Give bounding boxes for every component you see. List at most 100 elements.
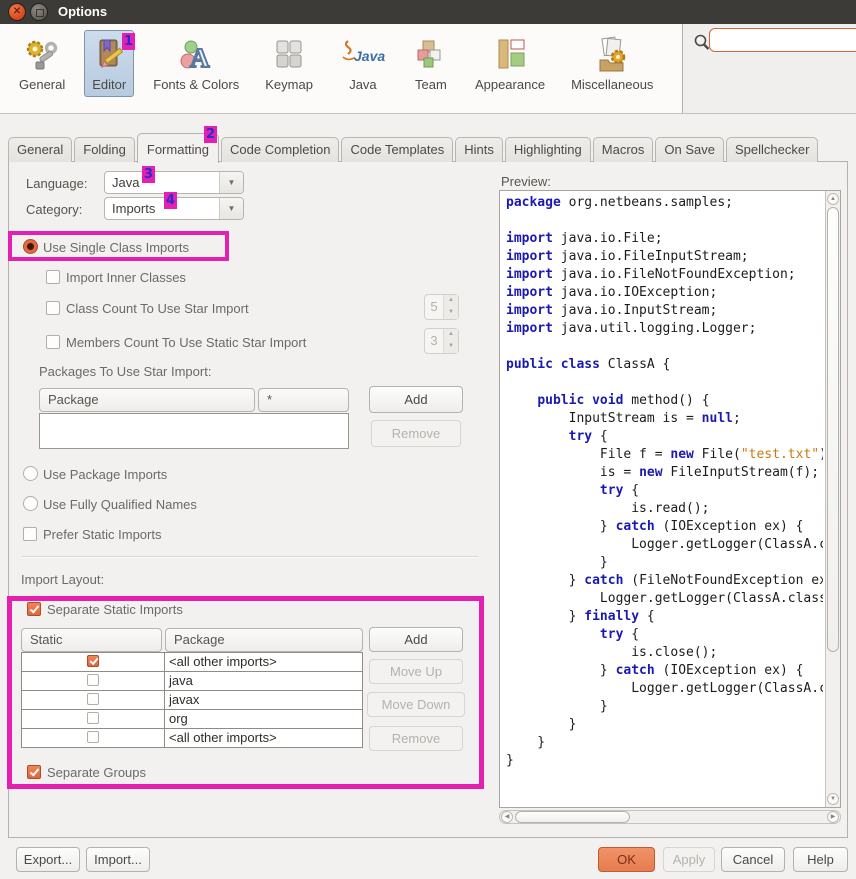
scroll-left-icon[interactable]: ◀ [501,811,513,823]
checkbox-icon [46,270,60,284]
toolbar-category-appearance[interactable]: Appearance [468,30,552,97]
toolbar-category-keymap[interactable]: Keymap [258,30,320,97]
tab-folding[interactable]: Folding [74,137,135,162]
ok-button[interactable]: OK [598,847,655,872]
layout-table-row[interactable]: <all other imports> [22,653,362,672]
radio-selected-icon [23,239,38,254]
tab-code-templates[interactable]: Code Templates [341,137,453,162]
checkbox-checked-icon [27,602,41,616]
toolbar-category-general[interactable]: General [12,30,72,97]
miscellaneous-icon [594,35,630,75]
tab-highlighting[interactable]: Highlighting [505,137,591,162]
layout-table-row[interactable]: org [22,710,362,729]
toolbar-category-fonts-colors[interactable]: A Fonts & Colors [146,30,246,97]
scroll-right-icon[interactable]: ▶ [827,811,839,823]
toolbar-category-editor[interactable]: Editor [84,30,134,97]
spinner-down-icon: ▼ [444,307,458,319]
category-select[interactable]: Imports ▼ [104,197,244,220]
tab-code-completion[interactable]: Code Completion [221,137,339,162]
checkbox-icon [46,335,60,349]
horizontal-scroll-thumb[interactable] [515,811,630,823]
toolbar-category-label: Fonts & Colors [153,77,239,92]
toolbar-category-label: General [19,77,65,92]
export-button[interactable]: Export... [16,847,80,872]
star-table-body[interactable] [39,413,349,449]
layout-remove-button: Remove [369,726,463,751]
tab-bar: GeneralFoldingFormattingCode CompletionC… [8,126,853,162]
layout-table-body: <all other imports>javajavaxorg<all othe… [21,652,363,748]
options-dialog: ✕ Options General Editor A Fonts & Colors Ke… [0,0,856,879]
chevron-down-icon: ▼ [219,172,243,193]
layout-row-package-cell[interactable]: javax [164,691,362,709]
fonts-colors-icon: A [178,35,214,75]
layout-table-row[interactable]: javax [22,691,362,710]
cancel-button[interactable]: Cancel [721,847,785,872]
tab-on-save[interactable]: On Save [655,137,724,162]
star-add-button[interactable]: Add [369,386,463,413]
toolbar-category-label: Java [349,77,376,92]
layout-row-static-cell[interactable] [22,710,164,728]
tab-formatting[interactable]: Formatting [137,133,219,163]
vertical-scrollbar[interactable]: ▲ ▼ [825,191,840,807]
restore-icon[interactable] [30,3,48,21]
layout-row-static-cell[interactable] [22,672,164,690]
checkbox-icon [87,731,99,743]
scroll-up-icon[interactable]: ▲ [827,193,839,205]
search-input[interactable] [709,28,856,52]
apply-button: Apply [663,847,715,872]
toolbar-category-miscellaneous[interactable]: Miscellaneous [564,30,660,97]
tab-hints[interactable]: Hints [455,137,503,162]
toolbar-category-label: Keymap [265,77,313,92]
language-select[interactable]: Java ▼ [104,171,244,194]
layout-table-header-static[interactable]: Static [21,628,162,652]
checkbox-checked-icon [87,655,99,667]
layout-row-package-cell[interactable]: java [164,672,362,690]
team-icon [413,35,449,75]
tab-general[interactable]: General [8,137,72,162]
appearance-icon [492,35,528,75]
layout-table-header-package[interactable]: Package [165,628,363,652]
import-layout-label: Import Layout: [21,572,104,587]
toolbar-category-label: Miscellaneous [571,77,653,92]
star-table-header-star[interactable]: * [258,388,349,412]
keymap-icon [271,35,307,75]
layout-table-row[interactable]: java [22,672,362,691]
layout-row-static-cell[interactable] [22,653,164,671]
star-table-header-package[interactable]: Package [39,388,255,412]
radio-icon [23,496,38,511]
toolbar-category-label: Editor [92,77,126,92]
layout-row-package-cell[interactable]: <all other imports> [164,729,362,747]
spinner-up-icon: ▲ [444,329,458,341]
layout-table-row[interactable]: <all other imports> [22,729,362,747]
category-value: Imports [105,198,219,219]
layout-row-package-cell[interactable]: <all other imports> [164,653,362,671]
horizontal-scrollbar[interactable]: ◀ ▶ [499,810,841,824]
checkbox-icon [46,301,60,315]
scroll-down-icon[interactable]: ▼ [827,793,839,805]
close-icon[interactable]: ✕ [8,3,26,21]
import-button[interactable]: Import... [86,847,150,872]
layout-add-button[interactable]: Add [369,627,463,652]
toolbar-category-java[interactable]: JavaJava [332,30,394,97]
editor-icon [91,35,127,75]
toolbar-category-team[interactable]: Team [406,30,456,97]
layout-row-static-cell[interactable] [22,691,164,709]
checkbox-icon [87,674,99,686]
window-title: Options [58,0,107,24]
checkbox-icon [87,693,99,705]
language-value: Java [105,172,219,193]
layout-row-static-cell[interactable] [22,729,164,747]
tab-macros[interactable]: Macros [593,137,654,162]
tab-spellchecker[interactable]: Spellchecker [726,137,818,162]
svg-text:A: A [190,43,210,73]
chevron-down-icon: ▼ [219,198,243,219]
spinner-down-icon: ▼ [444,341,458,353]
layout-row-package-cell[interactable]: org [164,710,362,728]
help-button[interactable]: Help [793,847,848,872]
general-icon [24,35,60,75]
toolbar-categories: General Editor A Fonts & Colors Keymap JavaJa… [0,24,683,113]
preview-code-area[interactable]: package org.netbeans.samples; import jav… [499,190,841,808]
members-count-spinner: 3 ▲▼ [424,328,459,354]
checkbox-icon [23,527,37,541]
vertical-scroll-thumb[interactable] [827,207,839,652]
